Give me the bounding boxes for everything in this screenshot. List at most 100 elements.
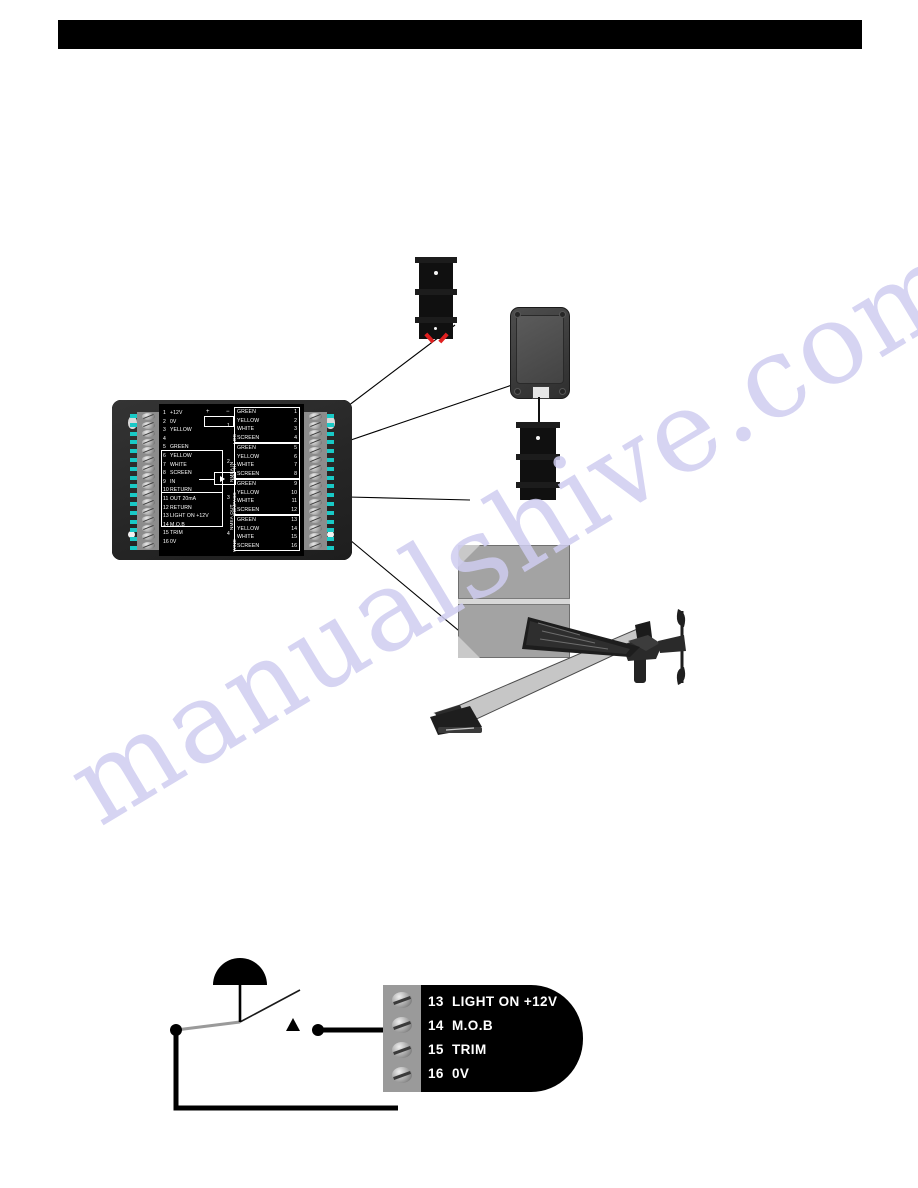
wire-colour-label: SCREEN xyxy=(237,542,260,549)
terminal-screw[interactable] xyxy=(142,524,155,532)
left-terminal-number: 1 xyxy=(163,410,166,416)
terminal-screw[interactable] xyxy=(309,447,322,455)
terminal-screw[interactable] xyxy=(142,430,155,438)
sensor-group-tag: WIND xyxy=(233,539,238,552)
hull-waterline xyxy=(458,598,570,605)
wire-terminal-number: 3 xyxy=(294,426,297,432)
terminal-screw[interactable] xyxy=(142,447,155,455)
connector-pip xyxy=(327,493,334,498)
terminal-screw[interactable] xyxy=(142,507,155,515)
terminal-screw[interactable] xyxy=(309,438,322,446)
lower-terminal-number: 13 xyxy=(428,994,444,1009)
terminal-strip-left[interactable] xyxy=(137,412,160,550)
terminal-screw[interactable] xyxy=(142,490,155,498)
log-transducer[interactable] xyxy=(415,257,457,344)
depth-transducer[interactable] xyxy=(516,422,560,500)
display-module[interactable] xyxy=(510,307,570,399)
sensor-wire-groups: GREEN 1 YELLOW 2 WHITE 3 SCREEN 4 GREEN 5 YELLOW 6 W… xyxy=(234,407,300,551)
wire-colour-label: YELLOW xyxy=(237,453,260,460)
connector-pip xyxy=(130,510,137,515)
terminal-screw[interactable] xyxy=(309,490,322,498)
wire-colour-label: SCREEN xyxy=(237,434,260,441)
lower-terminal-strip[interactable] xyxy=(383,985,421,1092)
terminal-screw[interactable] xyxy=(142,421,155,429)
terminal-screw[interactable] xyxy=(309,481,322,489)
terminal-screw[interactable] xyxy=(142,498,155,506)
sensor-wire-row: GREEN 9 xyxy=(235,480,299,489)
wire-colour-label: WHITE xyxy=(237,426,255,432)
left-terminal-label: 0V xyxy=(170,418,177,425)
terminal-screw[interactable] xyxy=(142,481,155,489)
terminal-screw[interactable] xyxy=(309,524,322,532)
wire-terminal-number: 5 xyxy=(294,445,297,451)
terminal-screw[interactable] xyxy=(309,430,322,438)
terminal-screw[interactable] xyxy=(142,464,155,472)
terminal-screw[interactable] xyxy=(142,533,155,541)
sensor-group: GREEN 9 YELLOW 10 WHITE 11 SCREEN 12 xyxy=(234,479,300,515)
connector-pip xyxy=(130,528,137,533)
module-corner-screw-tr xyxy=(559,311,566,318)
wire-colour-label: YELLOW xyxy=(237,417,260,424)
sensor-group: GREEN 1 YELLOW 2 WHITE 3 SCREEN 4 xyxy=(234,407,300,443)
wire-terminal-number: 16 xyxy=(291,542,297,549)
terminal-group-box-lower xyxy=(161,492,223,527)
sensor-group-tag: DEPTH xyxy=(233,463,238,480)
wire-colour-label: YELLOW xyxy=(237,489,260,496)
sensor-wire-row: GREEN 1 xyxy=(235,408,299,417)
wire-terminal-number: 2 xyxy=(294,417,297,424)
terminal-screw[interactable] xyxy=(142,438,155,446)
module-corner-screw-br xyxy=(559,388,566,395)
left-terminal-number: 15 xyxy=(163,530,169,537)
connector-pips-left xyxy=(130,412,137,552)
connector-pip xyxy=(130,537,137,542)
lower-screw-16[interactable] xyxy=(392,1067,412,1083)
module-corner-screw-tl xyxy=(514,311,521,318)
wire-terminal-number: 4 xyxy=(294,434,297,441)
terminal-screw[interactable] xyxy=(309,516,322,524)
header-black-bar xyxy=(58,20,862,49)
terminal-group-box-upper xyxy=(161,449,223,493)
connector-pip xyxy=(327,466,334,471)
terminal-strip-right[interactable] xyxy=(304,412,327,550)
terminal-screw[interactable] xyxy=(142,541,155,549)
terminal-screw[interactable] xyxy=(142,455,155,463)
lower-terminal-number: 14 xyxy=(428,1018,444,1033)
sensor-wire-row: SCREEN 12 xyxy=(235,506,299,515)
connector-pip xyxy=(327,475,334,480)
terminal-screw[interactable] xyxy=(142,413,155,420)
sensor-wire-row: YELLOW 6 xyxy=(235,453,299,462)
sensor-group-index: 2 xyxy=(227,459,230,465)
lower-screw-14[interactable] xyxy=(392,1017,412,1033)
terminal-screw[interactable] xyxy=(309,413,322,420)
lower-terminal-label: 0V xyxy=(452,1066,470,1081)
lower-terminal-number: 15 xyxy=(428,1042,444,1057)
terminal-screw[interactable] xyxy=(309,455,322,463)
terminal-screw[interactable] xyxy=(309,498,322,506)
left-terminal-row: 16 0V xyxy=(163,538,223,547)
terminal-label-panel: + − 1 +12V 2 0V 3 YELLOW 4 5 GREEN 6 YELLOW 7 WHITE 8… xyxy=(159,404,304,556)
terminal-screw[interactable] xyxy=(309,473,322,481)
lower-terminal-row: 16 0V xyxy=(428,1062,588,1086)
terminal-screw[interactable] xyxy=(309,464,322,472)
lower-screw-13[interactable] xyxy=(392,992,412,1008)
terminal-screw[interactable] xyxy=(309,507,322,515)
lower-terminal-label: M.O.B xyxy=(452,1018,493,1033)
lower-screw-15[interactable] xyxy=(392,1042,412,1058)
loop-lead-line xyxy=(199,478,215,480)
connector-pip xyxy=(130,431,137,436)
wire-colour-label: YELLOW xyxy=(237,525,260,532)
connector-pip xyxy=(130,493,137,498)
sensor-group-index: 1 xyxy=(227,423,230,429)
terminal-screw[interactable] xyxy=(142,516,155,524)
instrument-junction-unit[interactable]: + − 1 +12V 2 0V 3 YELLOW 4 5 GREEN 6 YELLOW 7 WHITE 8… xyxy=(112,400,352,560)
sensor-wire-row: YELLOW 2 xyxy=(235,417,299,426)
masthead-wind-unit[interactable] xyxy=(430,605,730,745)
main-wiring-diagram: + − 1 +12V 2 0V 3 YELLOW 4 5 GREEN 6 YELLOW 7 WHITE 8… xyxy=(0,60,918,760)
terminal-screw[interactable] xyxy=(309,421,322,429)
terminal-screw[interactable] xyxy=(142,473,155,481)
wire-terminal-number: 15 xyxy=(291,534,297,540)
terminal-screw[interactable] xyxy=(309,541,322,549)
transducer-marker-dot xyxy=(434,271,438,275)
terminal-screw[interactable] xyxy=(309,533,322,541)
sensor-wire-row: WHITE 3 xyxy=(235,425,299,434)
